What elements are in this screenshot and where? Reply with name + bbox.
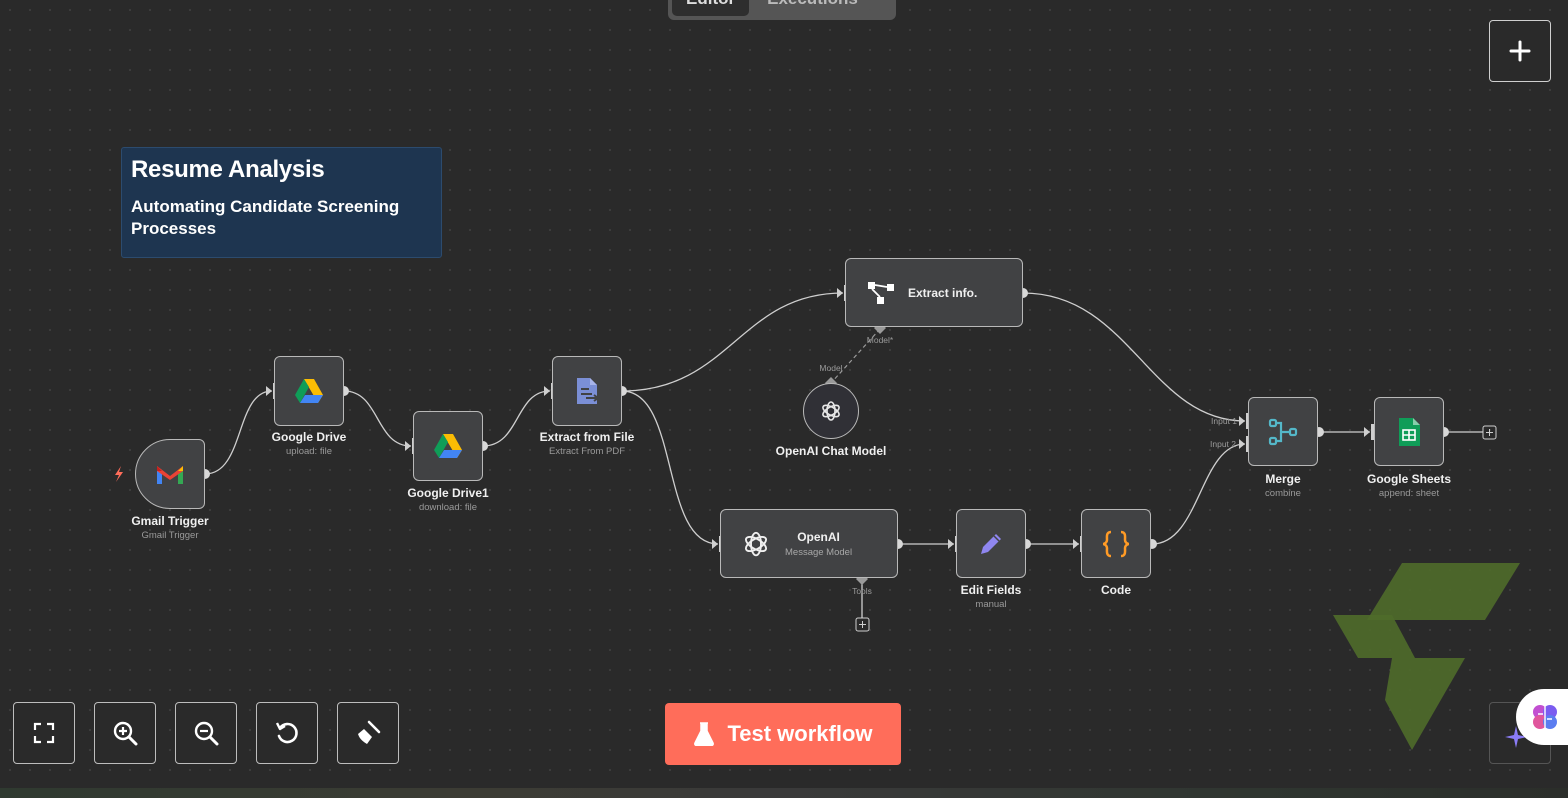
connection-gmail-drive (204, 390, 273, 475)
node-subtitle: Gmail Trigger (141, 530, 199, 541)
node-subtitle: manual (975, 599, 1007, 610)
zoom-in-button[interactable] (94, 702, 156, 764)
node-extract-info[interactable]: Extract info. (845, 258, 1023, 327)
node-title: Extract info. (908, 285, 978, 300)
node-title: Google Sheets (1366, 472, 1452, 486)
merge-input-2-label: Input 2 (1210, 439, 1236, 449)
gmail-icon (157, 466, 183, 484)
node-openai-chat-model[interactable] (803, 383, 859, 439)
node-openai[interactable]: OpenAI Message Model (720, 509, 898, 578)
model-port-label: Model* (866, 335, 894, 345)
trigger-bolt-icon (115, 466, 123, 482)
node-code[interactable] (1081, 509, 1151, 578)
openai-icon (745, 531, 767, 556)
brain-icon (1533, 705, 1557, 729)
merge-icon (1268, 418, 1298, 445)
google-sheets-icon (1399, 417, 1420, 446)
node-title: Code (1101, 583, 1131, 597)
node-subtitle: Message Model (785, 546, 853, 558)
code-braces-icon (1102, 530, 1130, 557)
google-drive-icon (295, 379, 323, 403)
undo-icon (275, 722, 298, 744)
node-subtitle: download: file (418, 502, 478, 513)
node-edit-fields[interactable] (956, 509, 1026, 578)
node-title: Merge (1265, 472, 1301, 486)
tidy-up-button[interactable] (337, 702, 399, 764)
node-title: Gmail Trigger (131, 514, 209, 528)
node-gmail-trigger[interactable] (135, 439, 205, 509)
node-extract-from-file[interactable] (552, 356, 622, 426)
zoom-out-button[interactable] (175, 702, 237, 764)
node-title: OpenAI Chat Model (775, 444, 887, 458)
flask-icon (694, 722, 715, 746)
node-google-sheets[interactable] (1374, 397, 1444, 466)
node-title: Google Drive1 (407, 486, 489, 500)
connection-drive-drive1 (343, 390, 412, 447)
zoom-out-icon (194, 721, 219, 746)
node-subtitle: upload: file (286, 446, 332, 457)
test-workflow-button[interactable]: Test workflow (665, 703, 901, 765)
node-subtitle: combine (1265, 488, 1301, 499)
node-title: OpenAI (797, 529, 840, 544)
node-google-drive1[interactable] (413, 411, 483, 481)
fit-view-icon (33, 722, 55, 744)
test-workflow-label: Test workflow (727, 721, 873, 746)
node-subtitle: Extract From PDF (548, 446, 626, 457)
reset-zoom-button[interactable] (256, 702, 318, 764)
node-subtitle: append: sheet (1378, 488, 1440, 499)
file-extract-icon (577, 378, 600, 404)
node-google-drive[interactable] (274, 356, 344, 426)
connection-code-merge (1151, 443, 1246, 545)
connection-extract-extractinfo (621, 292, 844, 392)
information-extractor-icon (868, 281, 894, 304)
connection-extract-openai (621, 390, 719, 545)
node-title: Extract from File (539, 430, 635, 444)
fit-view-button[interactable] (13, 702, 75, 764)
node-merge[interactable] (1248, 397, 1318, 466)
tools-port-label: Tools (852, 586, 872, 596)
merge-input-1-label: Input 1 (1211, 416, 1237, 426)
os-taskbar (0, 788, 1568, 798)
node-title: Edit Fields (960, 583, 1022, 597)
model-output-label: Model (819, 363, 843, 373)
google-drive-icon (434, 434, 462, 458)
connection-extractinfo-merge (1022, 292, 1246, 422)
ask-ai-button[interactable] (1516, 689, 1568, 745)
broom-icon (358, 720, 381, 744)
pencil-icon (981, 533, 1001, 554)
node-title: Google Drive (271, 430, 347, 444)
openai-icon (822, 401, 840, 421)
zoom-in-icon (113, 721, 138, 746)
